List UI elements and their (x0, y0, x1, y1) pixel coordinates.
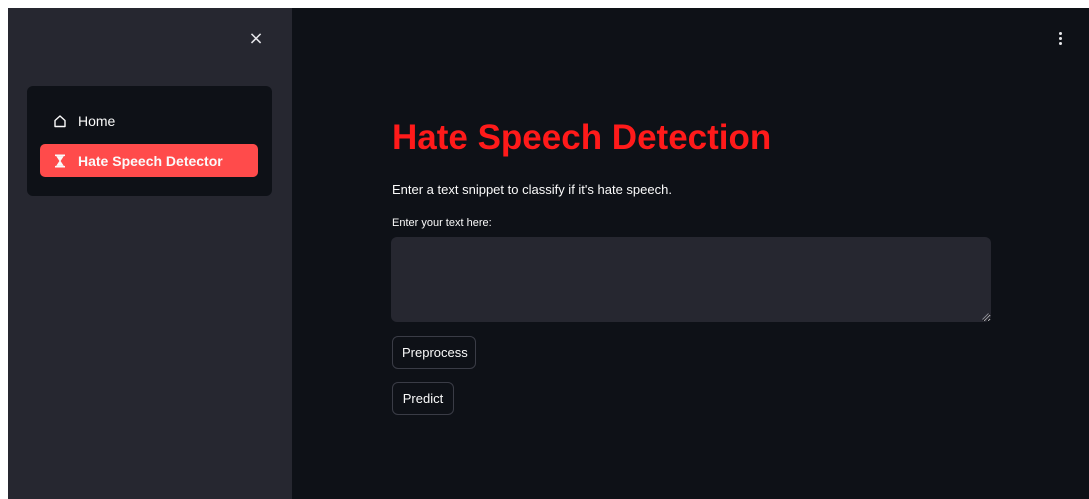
main-menu-button[interactable] (1050, 26, 1070, 50)
sidebar-item-label: Home (78, 112, 116, 129)
page-description: Enter a text snippet to classify if it's… (392, 182, 672, 197)
home-icon (52, 113, 68, 129)
sidebar-item-home[interactable]: Home (40, 104, 258, 137)
preprocess-button[interactable]: Preprocess (392, 336, 476, 369)
kebab-dot (1058, 36, 1062, 40)
kebab-dot (1058, 31, 1062, 35)
sidebar-item-label: Hate Speech Detector (78, 152, 223, 169)
text-input-label: Enter your text here: (392, 217, 492, 229)
sidebar-item-hate-speech-detector[interactable]: Hate Speech Detector (40, 144, 258, 177)
text-input[interactable] (391, 237, 991, 322)
sidebar: × Home Hate Speech Detector (8, 8, 292, 499)
sidebar-nav-menu: Home Hate Speech Detector (27, 86, 272, 196)
app-window: × Home Hate Speech Detector Hate Speech … (8, 8, 1089, 499)
close-sidebar-button[interactable]: × (244, 27, 268, 51)
hourglass-icon (52, 153, 68, 169)
kebab-dot (1058, 41, 1062, 45)
page-title: Hate Speech Detection (392, 118, 772, 157)
predict-button[interactable]: Predict (392, 382, 454, 415)
